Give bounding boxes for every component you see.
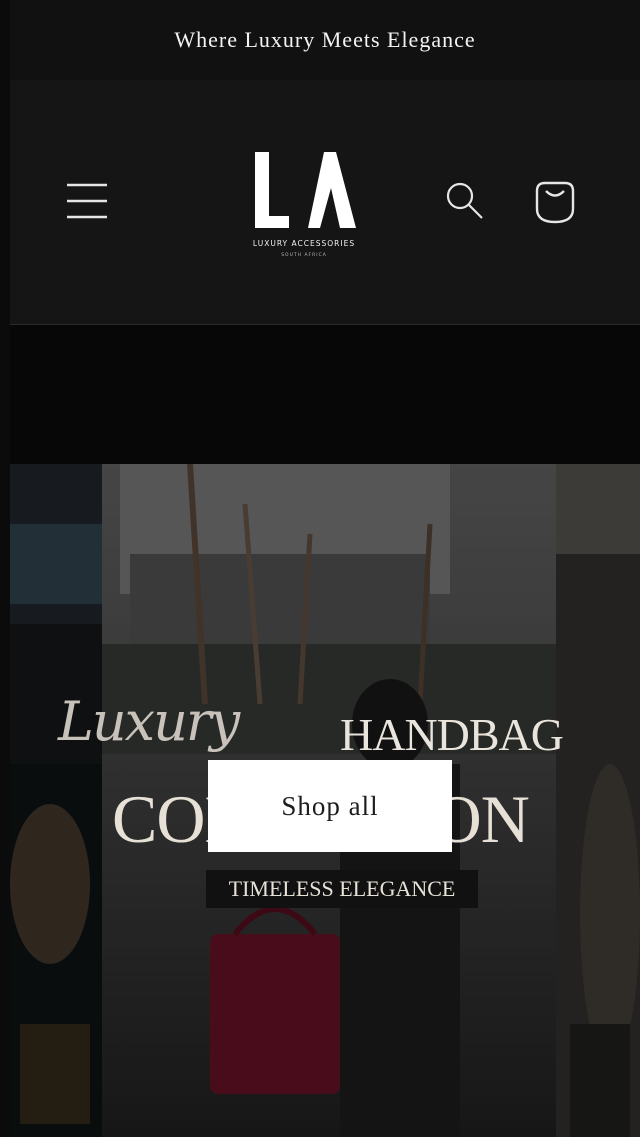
shop-all-label: Shop all (281, 790, 379, 821)
logo-name: LUXURY ACCESSORIES (253, 239, 355, 248)
menu-button[interactable] (62, 177, 112, 227)
shop-all-button[interactable]: Shop all (208, 760, 452, 852)
shopping-bag-icon (535, 181, 575, 224)
hamburger-menu-icon (67, 183, 107, 219)
site-logo[interactable]: LUXURY ACCESSORIES SOUTH AFRICA (224, 142, 384, 272)
search-button[interactable] (440, 176, 490, 226)
page: Where Luxury Meets Elegance LUXURY ACCES… (10, 0, 640, 1137)
search-icon (446, 182, 483, 219)
logo-mark: LUXURY ACCESSORIES SOUTH AFRICA (253, 152, 356, 258)
announcement-text: Where Luxury Meets Elegance (174, 27, 476, 52)
logo-subtitle: SOUTH AFRICA (281, 252, 327, 258)
header-spacer (10, 325, 640, 464)
announcement-bar: Where Luxury Meets Elegance (10, 0, 640, 80)
hero-handbag-text: HANDBAG (340, 709, 564, 760)
hero-script-text: Luxury (58, 690, 240, 753)
hero-tagline: TIMELESS ELEGANCE (206, 870, 478, 908)
site-header: LUXURY ACCESSORIES SOUTH AFRICA (10, 80, 640, 325)
cart-button[interactable] (528, 175, 582, 229)
